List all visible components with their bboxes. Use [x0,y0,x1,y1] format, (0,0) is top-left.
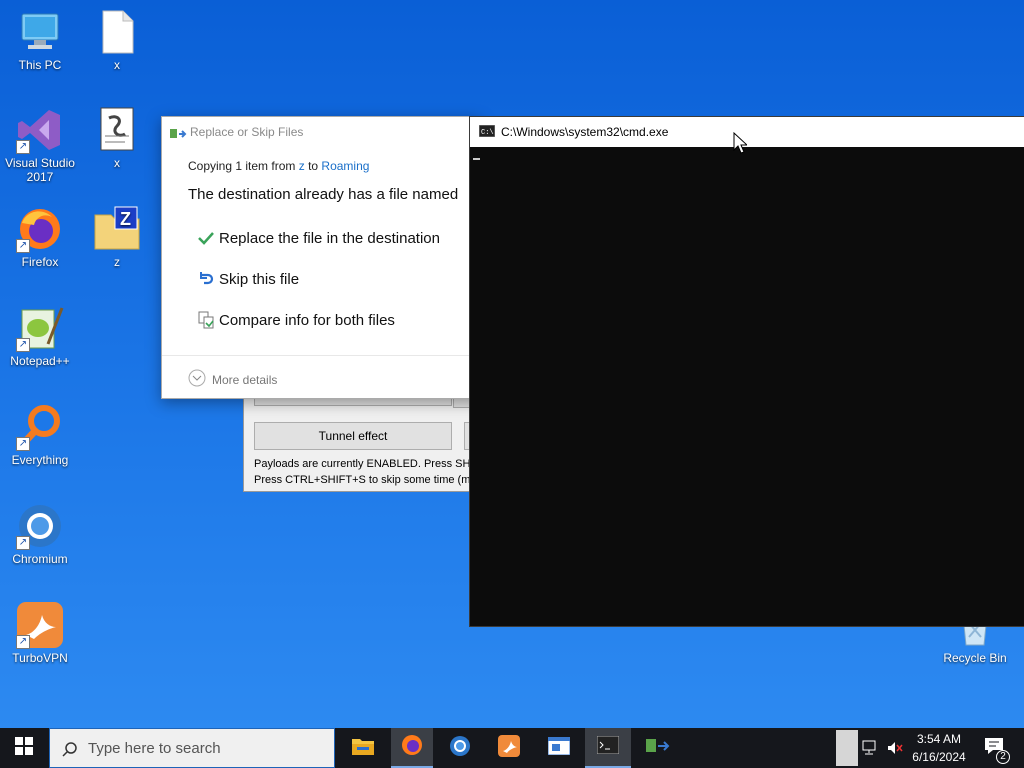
desktop-icon-everything[interactable]: ↗ Everything [0,403,80,467]
desktop-icon-visual-studio[interactable]: ↗ Visual Studio 2017 [0,106,80,184]
copy-status: Copying 1 item from z to Roaming [188,159,369,173]
compare-files-icon [197,311,215,329]
desktop-icon-label: Chromium [12,552,68,566]
dialog-title: Replace or Skip Files [190,125,304,139]
source-link[interactable]: z [299,159,305,173]
more-details-toggle[interactable]: More details [188,369,277,390]
option-compare-files[interactable]: Compare info for both files [197,311,395,329]
copy-to-word: to [308,159,319,173]
chromium-icon [449,735,471,762]
desktop-icon-label: TurboVPN [12,651,68,665]
option-label: Compare info for both files [219,311,395,329]
taskbar-cmd[interactable] [585,728,631,768]
tunnel-effect-button[interactable]: Tunnel effect [254,422,452,450]
folder-icon [351,736,375,761]
file-transfer-icon [170,127,188,145]
svg-text:C:\: C:\ [481,129,494,137]
desktop-icon-this-pc[interactable]: This PC [0,8,80,72]
clock-date[interactable]: 6/16/2024 [909,750,969,764]
desktop-icon-label: Everything [11,453,69,467]
cmd-icon: C:\ [478,124,496,140]
cmd-window[interactable]: C:\ C:\Windows\system32\cmd.exe [469,116,1024,627]
option-label: Replace the file in the destination [219,229,440,247]
desktop-icon-label: Notepad++ [10,354,70,368]
destination-message: The destination already has a file named [188,186,459,203]
taskbar-search-box[interactable]: Type here to search [49,728,335,768]
console-cursor [473,158,480,160]
firefox-icon: ↗ [16,205,64,253]
desktop-icon-firefox[interactable]: ↗ Firefox [0,205,80,269]
cmd-icon [596,735,620,759]
payload-hint-line: Press CTRL+SHIFT+S to skip some time (ma… [254,474,479,486]
notification-count: 2 [996,749,1010,764]
search-placeholder: Type here to search [88,739,221,757]
window-app-icon [547,736,571,760]
chromium-icon: ↗ [16,502,64,550]
notepadpp-icon: ↗ [16,304,64,352]
desktop-icon-label: x [114,156,120,170]
option-label: Skip this file [219,270,300,288]
desktop-icon-x-blank[interactable]: x [77,8,157,72]
cmd-titlebar[interactable]: C:\ C:\Windows\system32\cmd.exe [470,117,1024,147]
taskbar-firefox[interactable] [391,728,433,768]
payload-status-line: Payloads are currently ENABLED. Press SH… [254,458,479,470]
turbovpn-icon: ↗ [16,601,64,649]
desktop-icon-label: This PC [18,58,62,72]
windows-logo-icon [15,736,33,760]
clock-time[interactable]: 3:54 AM [909,732,969,746]
checkmark-icon [197,229,215,247]
volume-muted-icon[interactable] [884,728,906,768]
desktop-icon-turbovpn[interactable]: ↗ TurboVPN [0,601,80,665]
desktop-icon-label: Recycle Bin [943,651,1007,665]
desktop-icon-label: x [114,58,120,72]
desktop-icon-notepadpp[interactable]: ↗ Notepad++ [0,304,80,368]
desktop-icon-label: z [114,255,120,269]
visual-studio-icon: ↗ [16,106,64,154]
taskbar-file-explorer[interactable] [340,728,386,768]
cmd-title: C:\Windows\system32\cmd.exe [501,125,669,139]
option-replace-file[interactable]: Replace the file in the destination [197,229,440,247]
dialog-separator [162,355,480,356]
desktop-icon-label: Visual Studio 2017 [5,156,75,184]
taskbar: Type here to search 3:54 AM 6/16/2024 2 [0,728,1024,768]
search-icon [62,741,78,761]
blank-file-icon [93,8,141,56]
turbovpn-icon [498,734,520,762]
skip-arrow-icon [197,270,215,288]
notification-icon: 2 [984,737,1010,764]
computer-icon [16,8,64,56]
desktop-icon-label: Firefox [21,255,59,269]
file-transfer-icon [646,737,670,760]
destination-link[interactable]: Roaming [321,159,369,173]
desktop-icon-z-zip[interactable]: Z z [77,205,157,269]
notification-center-button[interactable]: 2 [980,728,1010,768]
show-hidden-icons-button[interactable] [836,730,858,766]
replace-skip-dialog: Replace or Skip Files Copying 1 item fro… [161,116,481,399]
zipped-folder-icon: Z [93,205,141,253]
desktop-icon-chromium[interactable]: ↗ Chromium [0,502,80,566]
firefox-icon [401,734,423,761]
copy-prefix: Copying 1 item from [188,159,296,173]
desktop-icon-x-script[interactable]: x [77,106,157,170]
taskbar-chromium[interactable] [438,728,482,768]
more-details-label: More details [212,372,278,387]
option-skip-file[interactable]: Skip this file [197,270,299,288]
taskbar-app-window[interactable] [536,728,582,768]
network-icon[interactable] [860,728,882,768]
everything-search-icon: ↗ [16,403,64,451]
start-button[interactable] [0,728,48,768]
chevron-down-icon [188,369,206,390]
taskbar-turbovpn[interactable] [487,728,531,768]
taskbar-file-transfer[interactable] [635,728,681,768]
script-file-icon [93,106,141,154]
mouse-pointer-icon [733,131,749,159]
svg-text:Z: Z [120,209,131,229]
